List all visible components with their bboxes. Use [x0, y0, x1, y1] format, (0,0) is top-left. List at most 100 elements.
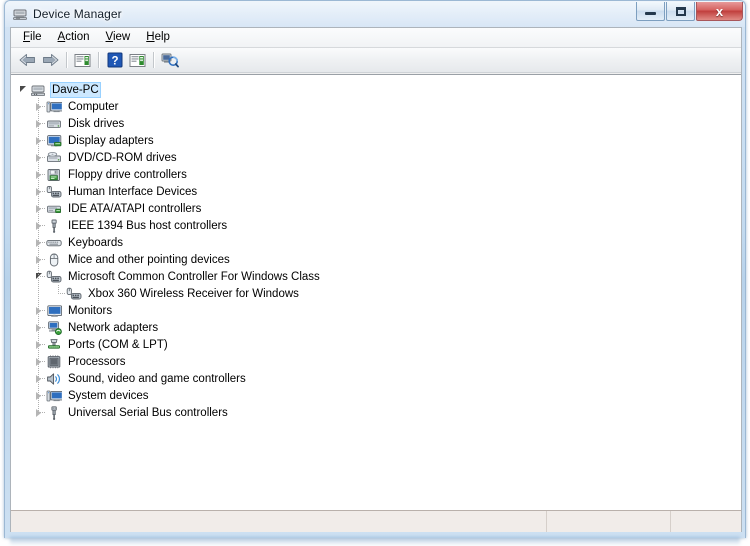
- minimize-button[interactable]: [636, 2, 665, 21]
- tree-connector-line: [38, 259, 45, 260]
- scan-hardware-button[interactable]: [158, 49, 181, 71]
- tree-node-label: Microsoft Common Controller For Windows …: [68, 270, 320, 283]
- tree-node[interactable]: Network adapters: [11, 319, 741, 336]
- status-pane-message: [11, 511, 547, 532]
- tree-node[interactable]: Universal Serial Bus controllers: [11, 404, 741, 421]
- device-manager-icon: [12, 6, 28, 22]
- tree-node-label: DVD/CD-ROM drives: [68, 151, 177, 164]
- tree-node[interactable]: Ports (COM & LPT): [11, 336, 741, 353]
- device-tree: Dave-PC Computer Disk drives Display ada…: [11, 75, 741, 421]
- tree-connector-line: [38, 106, 45, 107]
- ide-controller-icon: [46, 201, 62, 217]
- close-icon: x: [715, 3, 724, 19]
- tree-connector-line: [38, 327, 45, 328]
- tree-node[interactable]: IEEE 1394 Bus host controllers: [11, 217, 741, 234]
- menu-view[interactable]: View: [98, 29, 139, 46]
- title-bar[interactable]: Device Manager x: [5, 1, 745, 27]
- tree-node-label: Disk drives: [68, 117, 125, 130]
- tree-node-label: Display adapters: [68, 134, 154, 147]
- tree-node-label: IEEE 1394 Bus host controllers: [68, 219, 228, 232]
- dvd-drive-icon: [46, 150, 62, 166]
- forward-arrow-icon: [41, 52, 60, 68]
- back-button[interactable]: [16, 49, 39, 71]
- tree-connector-line: [38, 310, 45, 311]
- separator-3: [153, 52, 154, 68]
- tree-connector-line: [38, 378, 45, 379]
- tree-connector-line: [38, 98, 39, 413]
- tree-node-label: Monitors: [68, 304, 113, 317]
- properties-icon: [74, 53, 91, 68]
- close-button[interactable]: x: [696, 2, 743, 21]
- tree-node[interactable]: Monitors: [11, 302, 741, 319]
- tree-node[interactable]: Processors: [11, 353, 741, 370]
- caption-button-group: x: [636, 2, 743, 21]
- display-adapter-icon: [46, 133, 62, 149]
- tree-node[interactable]: Floppy drive controllers: [11, 166, 741, 183]
- hid-icon: [46, 184, 62, 200]
- tree-connector-line: [38, 361, 45, 362]
- tree-node[interactable]: Xbox 360 Wireless Receiver for Windows: [11, 285, 741, 302]
- tree-node-label: Xbox 360 Wireless Receiver for Windows: [88, 287, 299, 300]
- sound-icon: [46, 371, 62, 387]
- help-button[interactable]: ?: [103, 49, 126, 71]
- tree-node[interactable]: Human Interface Devices: [11, 183, 741, 200]
- monitor-icon: [46, 303, 63, 319]
- tree-connector-line: [38, 344, 45, 345]
- tree-node-label: Network adapters: [68, 321, 159, 334]
- client-area: File Action View Help ? Dave-PC Computer…: [10, 27, 742, 532]
- help-question-icon: ?: [107, 52, 123, 68]
- forward-button[interactable]: [39, 49, 62, 71]
- tree-node-label: Keyboards: [68, 236, 123, 249]
- usb-icon: [46, 405, 62, 421]
- tree-node-label: Universal Serial Bus controllers: [68, 406, 228, 419]
- tree-node[interactable]: Microsoft Common Controller For Windows …: [11, 268, 741, 285]
- device-manager-window: Device Manager x File Action View Help ?…: [4, 0, 746, 538]
- port-icon: [46, 337, 62, 353]
- floppy-controller-icon: [46, 167, 62, 183]
- tree-node[interactable]: Sound, video and game controllers: [11, 370, 741, 387]
- tree-node-label: Ports (COM & LPT): [68, 338, 168, 351]
- tree-node-label: Computer: [68, 100, 119, 113]
- expander-expanded-icon[interactable]: [15, 81, 30, 98]
- tree-node-label: IDE ATA/ATAPI controllers: [68, 202, 202, 215]
- tree-node[interactable]: Disk drives: [11, 115, 741, 132]
- minimize-icon: [645, 12, 656, 15]
- properties-button[interactable]: [71, 49, 94, 71]
- device-tree-panel[interactable]: Dave-PC Computer Disk drives Display ada…: [11, 74, 741, 510]
- processor-icon: [46, 354, 62, 370]
- status-bar: [11, 510, 741, 532]
- tree-node-label: Human Interface Devices: [68, 185, 198, 198]
- menu-action[interactable]: Action: [50, 29, 98, 46]
- menu-help[interactable]: Help: [138, 29, 178, 46]
- tree-node-label: System devices: [68, 389, 149, 402]
- tree-node-label: Sound, video and game controllers: [68, 372, 246, 385]
- show-hidden-button[interactable]: [126, 49, 149, 71]
- tree-connector-line: [38, 208, 45, 209]
- firewire-icon: [46, 218, 62, 234]
- tree-node[interactable]: System devices: [11, 387, 741, 404]
- network-adapter-icon: [46, 320, 62, 336]
- menu-file[interactable]: File: [15, 29, 50, 46]
- menu-bar: File Action View Help: [11, 28, 741, 48]
- tree-node[interactable]: DVD/CD-ROM drives: [11, 149, 741, 166]
- computer-tower-icon: [30, 82, 46, 98]
- status-pane-secondary: [547, 511, 671, 532]
- system-device-icon: [46, 388, 64, 404]
- tree-root-node[interactable]: Dave-PC: [11, 81, 741, 98]
- game-controller-icon: [66, 286, 82, 302]
- window-drop-shadow: [10, 537, 740, 546]
- tree-node[interactable]: IDE ATA/ATAPI controllers: [11, 200, 741, 217]
- toolbar: ?: [11, 48, 741, 73]
- tree-node-label: Processors: [68, 355, 126, 368]
- tree-node-label: Mice and other pointing devices: [68, 253, 230, 266]
- tree-node[interactable]: Display adapters: [11, 132, 741, 149]
- scan-hardware-changes-icon: [161, 52, 179, 68]
- tree-connector-line: [58, 285, 59, 293]
- tree-node[interactable]: Computer: [11, 98, 741, 115]
- maximize-button[interactable]: [666, 2, 695, 21]
- tree-node[interactable]: Mice and other pointing devices: [11, 251, 741, 268]
- tree-connector-line: [38, 395, 45, 396]
- tree-connector-line: [38, 412, 45, 413]
- separator-1: [66, 52, 67, 68]
- tree-node[interactable]: Keyboards: [11, 234, 741, 251]
